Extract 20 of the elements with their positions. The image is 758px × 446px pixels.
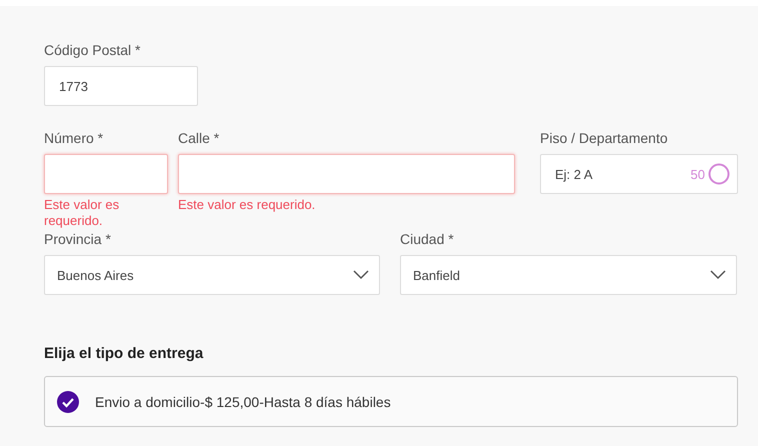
chevron-down-icon [710, 270, 726, 280]
field-label: Piso / Departamento [540, 130, 669, 146]
character-counter: 50 [690, 166, 705, 182]
field-label: Provincia * [44, 231, 112, 247]
delivery-option[interactable]: Envio a domicilio-$ 125,00-Hasta 8 días hábiles [44, 376, 738, 427]
field-label: Número * [44, 130, 104, 146]
error-message: Este valor es requerido. [178, 197, 316, 213]
ring-icon [708, 163, 730, 185]
input-field[interactable] [44, 154, 168, 194]
input-field[interactable] [178, 154, 515, 194]
option-label: Envio a domicilio-$ 125,00-Hasta 8 días hábiles [95, 394, 391, 410]
field-label: Ciudad * [400, 231, 455, 247]
dropdown[interactable]: Buenos Aires [44, 255, 380, 295]
section-title: Elija el tipo de entrega [44, 345, 204, 362]
dropdown[interactable]: Banfield [400, 255, 737, 295]
error-message: Este valor es requerido. [44, 197, 120, 229]
chevron-down-icon [353, 270, 369, 280]
field-label: Código Postal * [44, 42, 142, 58]
input-field[interactable]: 1773 [44, 66, 198, 106]
field-label: Calle * [178, 130, 220, 146]
